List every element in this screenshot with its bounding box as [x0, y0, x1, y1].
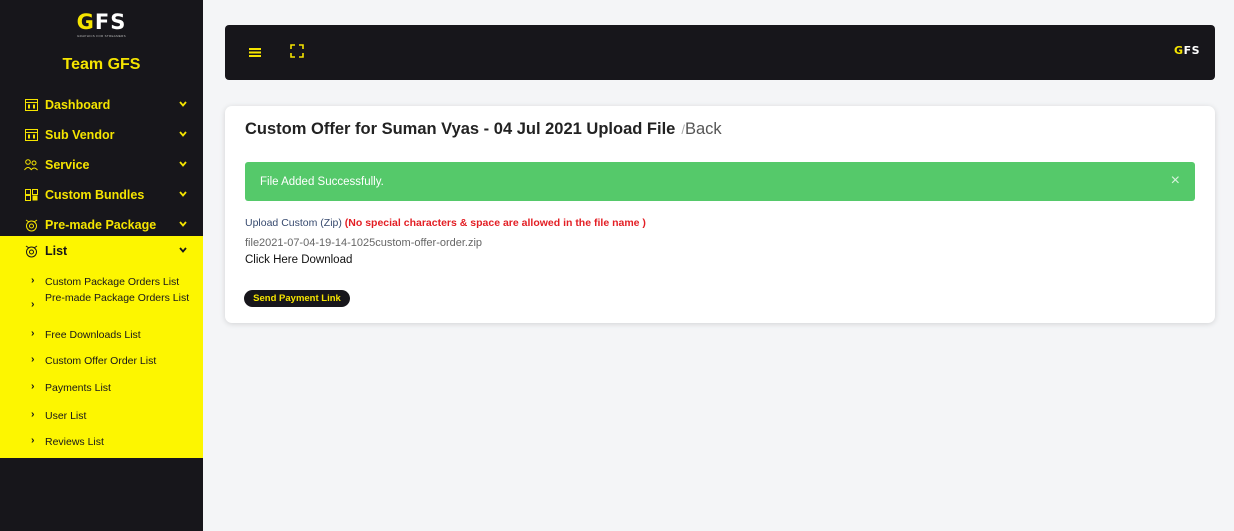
submenu-payments[interactable]: › Payments List [0, 380, 203, 397]
page-title-text: Custom Offer for Suman Vyas - 04 Jul 202… [245, 120, 676, 138]
chevron-right-icon: › [31, 298, 35, 310]
sidebar-item-label: Sub Vendor [45, 128, 115, 142]
chevron-down-icon [179, 101, 187, 109]
upload-field-label: Upload Custom (Zip) (No special characte… [245, 217, 646, 229]
sidebar-item-label: Dashboard [45, 98, 111, 112]
sidebar-item-label: Custom Bundles [45, 188, 145, 202]
download-link[interactable]: Click Here Download [245, 254, 352, 266]
dashboard-icon [24, 99, 38, 112]
sidebar-item-sub-vendor[interactable]: Sub Vendor [0, 120, 203, 150]
sidebar-item-service[interactable]: Service [0, 150, 203, 180]
upload-label-text: Upload Custom (Zip) [245, 217, 342, 229]
submenu-label: Pre-made Package Orders List [45, 292, 190, 304]
sidebar-item-label: Service [45, 158, 90, 172]
chevron-right-icon: › [31, 380, 35, 392]
submenu-users[interactable]: › User List [0, 408, 203, 425]
back-link[interactable]: Back [685, 120, 722, 138]
sidebar-item-list[interactable]: List [0, 236, 203, 266]
fullscreen-icon[interactable] [290, 44, 304, 58]
brand-block[interactable]: GFS GRAPHICS FOR STREAMERS Team GFS [0, 0, 203, 84]
success-alert: File Added Successfully. × [245, 162, 1195, 201]
sidebar-item-custom-bundles[interactable]: Custom Bundles [0, 180, 203, 210]
chevron-right-icon: › [31, 434, 35, 446]
service-icon [24, 159, 38, 172]
logo-fs: FS [94, 10, 127, 34]
submenu-custom-offer-orders[interactable]: › Custom Offer Order List [0, 353, 203, 370]
logo-subtitle: GRAPHICS FOR STREAMERS [77, 34, 126, 38]
close-icon[interactable]: × [1171, 172, 1180, 190]
chevron-down-icon [179, 131, 187, 139]
bundles-icon [24, 189, 38, 202]
chevron-down-icon [179, 247, 187, 255]
alert-message: File Added Successfully. [260, 175, 384, 188]
submenu-label: Custom Offer Order List [45, 355, 157, 367]
package-icon [24, 219, 38, 232]
uploaded-file-name: file2021-07-04-19-14-1025custom-offer-or… [245, 237, 483, 249]
sidebar-item-list-expanded: List › Custom Package Orders List › Pre-… [0, 236, 203, 458]
chevron-down-icon [179, 221, 187, 229]
sidebar-item-label: List [45, 244, 68, 258]
topbar-logo[interactable]: GFS [1174, 44, 1200, 57]
sidebar: GFS GRAPHICS FOR STREAMERS Team GFS Dash… [0, 0, 203, 531]
send-payment-link-button[interactable]: Send Payment Link [244, 290, 350, 307]
chevron-right-icon: › [31, 327, 35, 339]
submenu-label: User List [45, 410, 87, 422]
upload-warning: (No special characters & space are allow… [344, 217, 646, 229]
app-root: GFS GRAPHICS FOR STREAMERS Team GFS Dash… [0, 0, 1234, 531]
submenu-label: Payments List [45, 382, 111, 394]
logo-g: G [76, 10, 95, 34]
submenu-custom-package-orders[interactable]: › Custom Package Orders List [0, 274, 203, 291]
vendor-icon [24, 129, 38, 142]
submenu-label: Free Downloads List [45, 329, 141, 341]
chevron-right-icon: › [31, 408, 35, 420]
chevron-down-icon [179, 191, 187, 199]
submenu-free-downloads[interactable]: › Free Downloads List [0, 327, 203, 344]
submenu-label: Custom Package Orders List [45, 276, 180, 288]
team-name: Team GFS [62, 56, 141, 73]
chevron-right-icon: › [31, 274, 35, 286]
sidebar-menu: Dashboard Sub Vendor Service Custom Bund… [0, 90, 203, 240]
submenu-label: Reviews List [45, 436, 104, 448]
gfs-logo: GFS [76, 10, 127, 34]
chevron-right-icon: › [31, 353, 35, 365]
sidebar-item-label: Pre-made Package [45, 218, 157, 232]
logo-g: G [1174, 44, 1184, 57]
chevron-down-icon [179, 161, 187, 169]
upload-card: Custom Offer for Suman Vyas - 04 Jul 202… [225, 106, 1215, 323]
sidebar-item-dashboard[interactable]: Dashboard [0, 90, 203, 120]
page-title: Custom Offer for Suman Vyas - 04 Jul 202… [245, 120, 722, 139]
submenu-reviews[interactable]: › Reviews List [0, 434, 203, 451]
hamburger-menu-icon[interactable] [247, 44, 263, 60]
logo-fs: FS [1183, 44, 1200, 57]
topbar: GFS [225, 25, 1215, 80]
submenu-premade-package-orders[interactable]: › Pre-made Package Orders List [0, 290, 203, 310]
list-icon [24, 245, 38, 258]
